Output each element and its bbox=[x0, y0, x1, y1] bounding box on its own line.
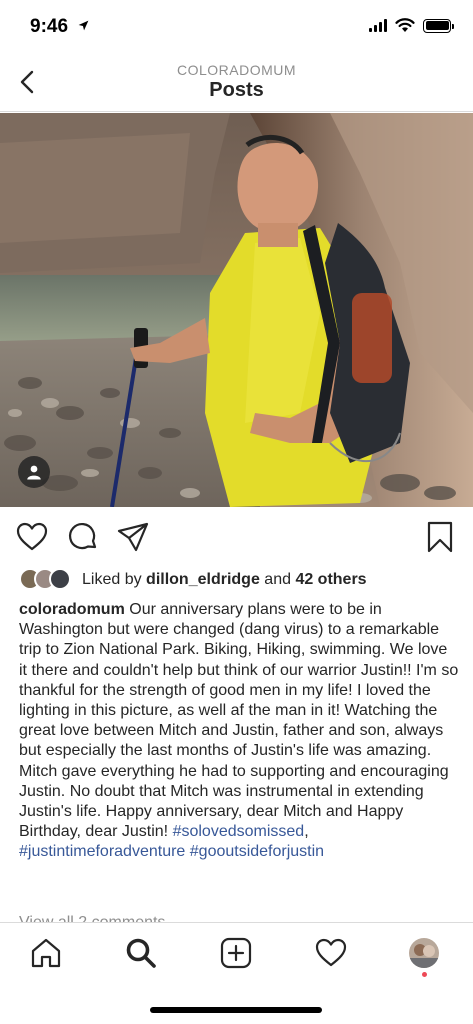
liker-username[interactable]: dillon_eldridge bbox=[146, 571, 260, 588]
liker-avatars bbox=[19, 568, 75, 592]
profile-photo bbox=[409, 938, 439, 968]
tagged-people-button[interactable] bbox=[18, 456, 50, 488]
post-action-bar bbox=[0, 516, 473, 560]
caption-separator: , bbox=[304, 823, 309, 841]
header-username: COLORADOMUM bbox=[176, 62, 297, 78]
home-indicator bbox=[150, 1007, 322, 1013]
page-title: Posts bbox=[209, 79, 264, 101]
cellular-signal-icon bbox=[369, 19, 387, 32]
nav-header: COLORADOMUM Posts bbox=[0, 56, 473, 112]
profile-avatar[interactable] bbox=[409, 938, 439, 968]
likes-others[interactable]: 42 others bbox=[295, 571, 366, 588]
post-caption: coloradomum Our anniversary plans were t… bbox=[19, 600, 459, 863]
hashtag-link[interactable]: #justintimeforadventure bbox=[19, 843, 185, 860]
post-photo-image bbox=[0, 113, 473, 507]
liker-avatar bbox=[49, 568, 71, 590]
bookmark-icon[interactable] bbox=[423, 520, 457, 554]
hashtag-link[interactable]: #gooutsideforjustin bbox=[190, 843, 324, 860]
likes-text: Liked by dillon_eldridge and 42 others bbox=[82, 571, 367, 589]
new-post-icon[interactable] bbox=[219, 936, 253, 970]
location-arrow-icon bbox=[78, 20, 89, 31]
caption-text: Our anniversary plans were to be in Wash… bbox=[19, 601, 459, 841]
status-time: 9:46 bbox=[30, 16, 90, 38]
status-icons bbox=[369, 18, 454, 33]
likes-row[interactable]: Liked by dillon_eldridge and 42 others bbox=[19, 567, 367, 593]
activity-heart-icon[interactable] bbox=[314, 936, 348, 970]
post-photo[interactable] bbox=[0, 113, 473, 507]
person-icon bbox=[27, 465, 41, 480]
hashtag-link[interactable]: #solovedsomissed bbox=[173, 823, 305, 840]
share-icon[interactable] bbox=[116, 520, 150, 554]
comment-icon[interactable] bbox=[66, 520, 100, 554]
home-icon[interactable] bbox=[29, 936, 63, 970]
likes-prefix: Liked by bbox=[82, 571, 147, 588]
notification-dot bbox=[422, 972, 427, 977]
search-icon[interactable] bbox=[124, 936, 158, 970]
heart-icon[interactable] bbox=[15, 520, 49, 554]
likes-middle: and bbox=[259, 571, 296, 588]
caption-username[interactable]: coloradomum bbox=[19, 601, 125, 618]
status-time-text: 9:46 bbox=[30, 16, 69, 37]
wifi-icon bbox=[395, 18, 415, 32]
status-bar: 9:46 bbox=[0, 0, 473, 56]
battery-icon bbox=[423, 18, 454, 33]
